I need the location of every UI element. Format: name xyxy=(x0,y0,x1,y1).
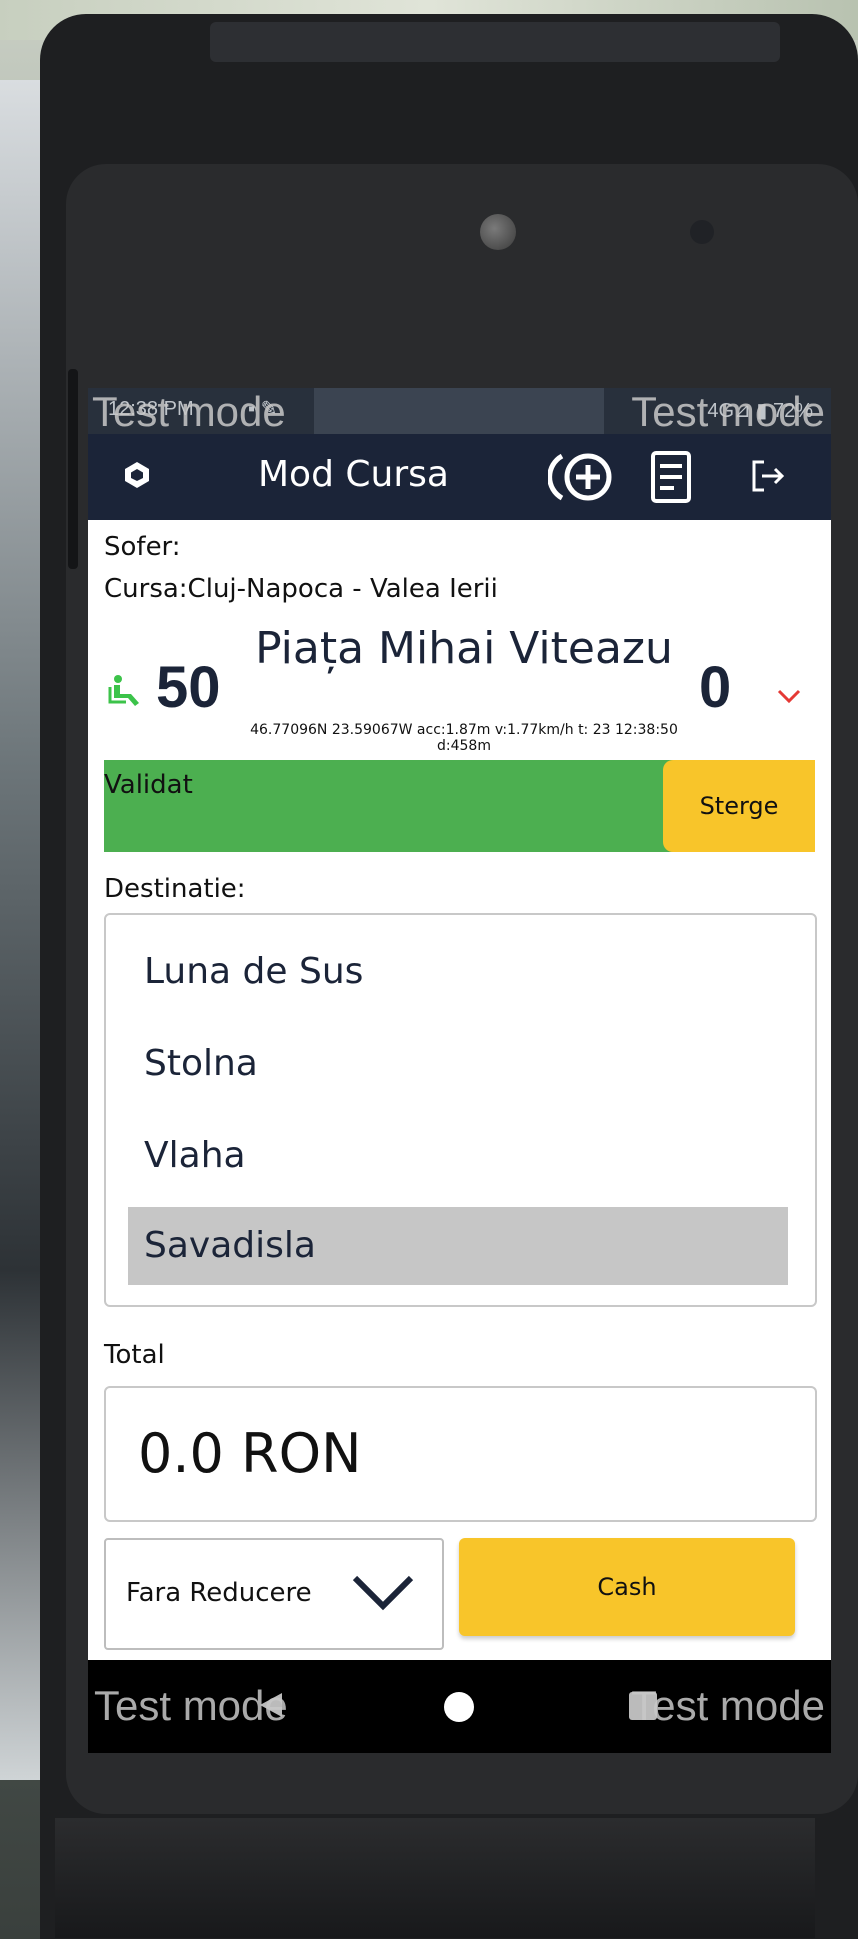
seats-available: 50 xyxy=(156,655,221,720)
total-value: 0.0 RON xyxy=(138,1422,362,1485)
discount-select[interactable]: Fara Reducere xyxy=(104,1538,444,1650)
total-field: 0.0 RON xyxy=(104,1386,817,1522)
chevron-down-icon xyxy=(352,1575,414,1611)
validation-status-bar: Validat Sterge xyxy=(104,760,815,852)
sensor-icon xyxy=(690,220,714,244)
discount-selected: Fara Reducere xyxy=(126,1578,312,1608)
device-screen: 12:38 PM ▪ ✎ 4G⊿ ▮ 72% Test mode Test mo… xyxy=(88,388,831,1753)
page-title: Mod Cursa xyxy=(258,454,449,495)
total-label: Total xyxy=(104,1340,165,1370)
test-mode-watermark: Test mode xyxy=(94,1682,288,1729)
route-label: Cursa:Cluj-Napoca - Valea Ierii xyxy=(104,574,498,604)
logout-icon[interactable] xyxy=(748,456,788,496)
test-mode-watermark: Test mode xyxy=(92,388,286,435)
receipt-icon[interactable] xyxy=(644,450,698,504)
chevron-down-icon[interactable] xyxy=(776,688,802,704)
destination-list[interactable]: Luna de Sus Stolna Vlaha Savadisla xyxy=(104,913,817,1307)
status-bar-overlay xyxy=(314,388,604,434)
side-button[interactable] xyxy=(68,369,78,569)
device-bottom xyxy=(55,1818,815,1938)
destination-item[interactable]: Luna de Sus xyxy=(128,933,788,1011)
destination-item[interactable]: Vlaha xyxy=(128,1117,788,1195)
nav-bar: Test mode Test mode xyxy=(88,1660,831,1753)
device-top-slot xyxy=(210,22,780,62)
destination-item-selected[interactable]: Savadisla xyxy=(128,1207,788,1285)
seat-icon xyxy=(108,675,139,706)
destination-item[interactable]: Stolna xyxy=(128,1025,788,1103)
app-logo-icon[interactable] xyxy=(122,460,152,490)
cash-button[interactable]: Cash xyxy=(459,1538,795,1636)
trip-stats: 50 Piața Mihai Viteazu 46.77096N 23.5906… xyxy=(104,623,815,754)
validation-status: Validat xyxy=(104,770,193,800)
current-station: Piața Mihai Viteazu xyxy=(255,623,673,674)
test-mode-watermark: Test mode xyxy=(631,1682,825,1729)
driver-label: Sofer: xyxy=(104,532,181,562)
camera-icon xyxy=(480,214,516,250)
add-passenger-icon[interactable] xyxy=(548,450,618,504)
app-bar: Mod Cursa xyxy=(88,434,831,520)
delete-button[interactable]: Sterge xyxy=(663,760,815,852)
gps-readout: 46.77096N 23.59067W acc:1.87m v:1.77km/h… xyxy=(250,722,678,754)
status-bar: 12:38 PM ▪ ✎ 4G⊿ ▮ 72% Test mode Test mo… xyxy=(88,388,831,435)
test-mode-watermark: Test mode xyxy=(631,388,825,435)
destination-label: Destinatie: xyxy=(104,874,246,904)
passenger-count: 0 xyxy=(699,655,732,720)
home-icon[interactable] xyxy=(444,1692,474,1722)
